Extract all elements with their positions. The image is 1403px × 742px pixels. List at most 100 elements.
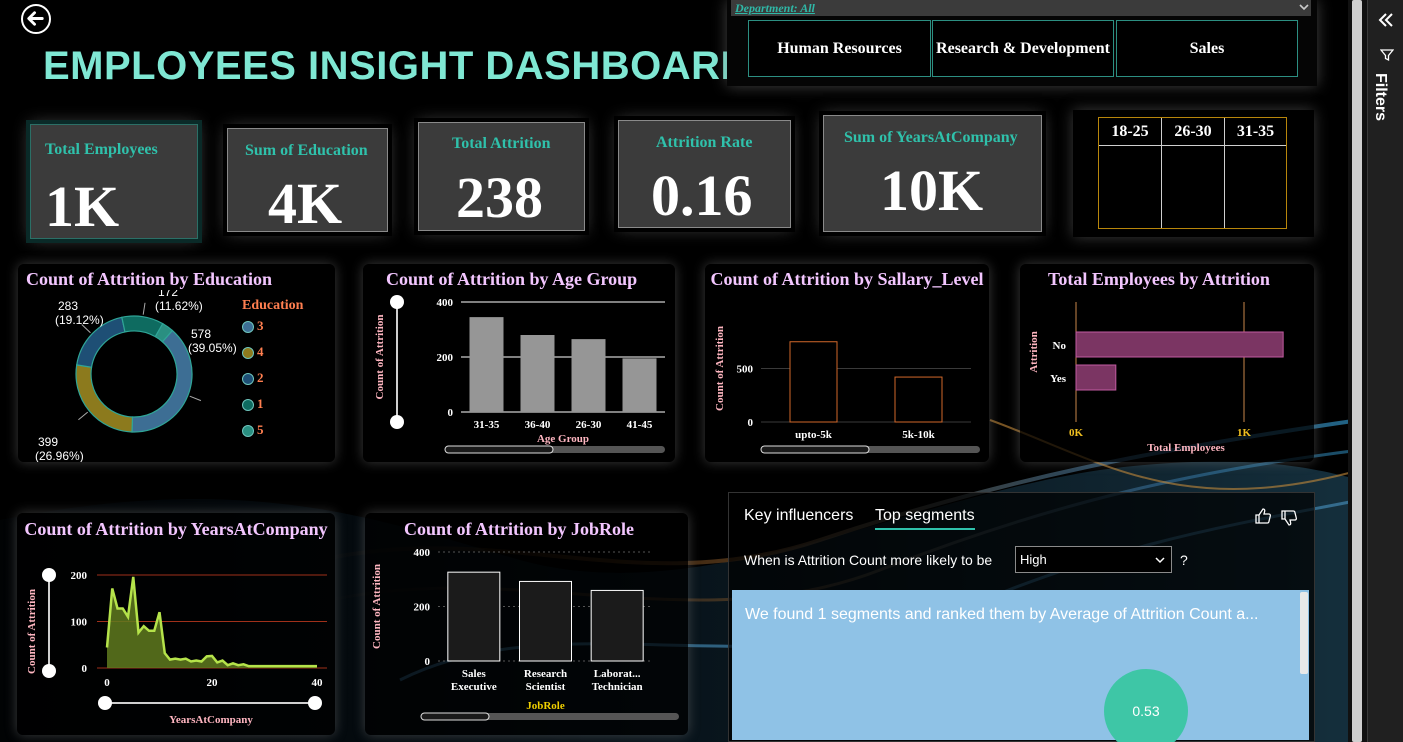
x-tick-label: 36-40 [525, 419, 551, 431]
age-group-table: 18-25 26-30 31-35 [1098, 117, 1287, 229]
slice-value-label: 172 [158, 290, 178, 299]
thumbs-up-icon[interactable] [1253, 506, 1273, 526]
tab-key-influencers[interactable]: Key influencers [744, 507, 853, 525]
x-axis-title: YearsAtCompany [169, 714, 253, 726]
legend-title: Education [242, 298, 304, 313]
page-title: EMPLOYEES INSIGHT DASHBOARD [43, 44, 750, 88]
kpi-label: Total Employees [45, 141, 158, 158]
influencer-question: When is Attrition Count more likely to b… [744, 552, 993, 568]
slice-leader-line [78, 411, 89, 421]
slice-percent-label: (19.12%) [55, 313, 104, 327]
segments-message: We found 1 segments and ranked them by A… [745, 606, 1259, 623]
y-tick-label: 0 [448, 407, 454, 419]
h-scrollbar-thumb [420, 712, 490, 721]
legend-swatch [242, 373, 254, 385]
y-axis-title: Count of Attrition [26, 589, 38, 674]
x-tick-label: Laborat... [594, 668, 641, 680]
range-slider-handle [42, 568, 56, 582]
kpi-value: 4K [268, 171, 343, 236]
bar [622, 358, 657, 412]
age-option-18-25[interactable]: 18-25 [1099, 118, 1162, 146]
department-dropdown[interactable] [731, 0, 1311, 16]
x-tick-label: upto-5k [795, 429, 833, 441]
thumbs-down-icon[interactable] [1279, 508, 1299, 528]
h-scrollbar-thumb [760, 445, 870, 454]
kpi-value: 10K [880, 158, 984, 223]
bar [469, 317, 504, 412]
y-axis-title: Attrition [1028, 331, 1040, 373]
chevron-down-icon[interactable] [1298, 1, 1310, 13]
legend-swatch [242, 399, 254, 411]
legend-swatch [242, 347, 254, 359]
x-axis-title: Total Employees [1147, 442, 1225, 454]
chart-title: Count of Attrition by Education [26, 269, 273, 289]
department-dropdown-label: Department: All [735, 1, 815, 15]
bar [590, 589, 644, 662]
h-scrollbar-thumb [444, 445, 554, 454]
y-tick-label: 500 [737, 364, 754, 376]
salary-level-bar-chart: 0 500 upto-5k 5k-10k Count of Attrition [714, 326, 980, 454]
age-option-31-35[interactable]: 31-35 [1225, 118, 1286, 146]
x-tick-label: 0K [1069, 427, 1084, 439]
help-question-mark[interactable]: ? [1180, 552, 1188, 568]
tab-top-segments[interactable]: Top segments [875, 507, 975, 530]
kpi-total-employees: Total Employees 1K [30, 124, 198, 239]
segments-scrollbar[interactable] [1300, 592, 1308, 674]
back-button[interactable] [21, 4, 51, 34]
jobrole-bar-chart: 0 200 400 SalesExecutive ResearchScientist La… [371, 547, 679, 721]
y-tick-label: 200 [71, 570, 88, 582]
y-tick-label: 0 [425, 656, 431, 668]
bar [789, 341, 838, 423]
legend-item-3[interactable]: 3 [257, 318, 264, 334]
legend-item-1[interactable]: 1 [257, 396, 264, 412]
attrition-level-value: High [1020, 552, 1047, 567]
x-tick-label: Research [524, 668, 567, 680]
filters-label: Filters [1372, 73, 1389, 122]
age-option-26-30[interactable]: 26-30 [1162, 118, 1225, 146]
x-tick-label: 41-45 [627, 419, 653, 431]
x-axis-title: Age Group [537, 433, 589, 445]
slice-value-label: 578 [191, 327, 211, 341]
kpi-total-attrition: Total Attrition 238 [418, 122, 585, 231]
kpi-label: Sum of Education [245, 142, 368, 159]
kpi-value: 0.16 [651, 163, 753, 228]
attrition-level-select[interactable]: High [1015, 546, 1172, 573]
dept-option-sales[interactable]: Sales [1116, 20, 1298, 77]
legend-item-2[interactable]: 2 [257, 370, 264, 386]
bar [447, 571, 501, 662]
chart-title: Count of Attrition by JobRole [404, 519, 635, 539]
years-at-company-area-chart: 0 100 200 0 20 40 Count of Attrition YearsAtCom… [26, 568, 327, 726]
donut-slice-4 [75, 364, 134, 433]
collapse-chevrons-icon[interactable] [1377, 12, 1395, 28]
legend-swatch [242, 425, 254, 437]
slice-value-label: 283 [58, 299, 78, 313]
x-tick-label: 26-30 [576, 419, 602, 431]
chart-title: Count of Attrition by YearsAtCompany [24, 519, 328, 539]
slice-leader-line [142, 302, 146, 315]
y-tick-label: 200 [437, 352, 454, 364]
slice-percent-label: (26.96%) [35, 449, 84, 462]
bar [519, 580, 572, 662]
y-tick-label: Yes [1050, 373, 1067, 385]
slice-value-label: 399 [38, 435, 58, 449]
range-slider-handle [308, 696, 322, 710]
slice-percent-label: (39.05%) [188, 341, 237, 355]
y-tick-label: 0 [82, 663, 88, 675]
kpi-attrition-rate: Attrition Rate 0.16 [618, 120, 791, 228]
range-slider-handle [42, 664, 56, 678]
x-tick-label: 1K [1237, 427, 1252, 439]
dept-option-human-resources[interactable]: Human Resources [748, 20, 931, 77]
x-tick-label: 31-35 [474, 419, 500, 431]
x-tick-label: 5k-10k [902, 429, 935, 441]
bar [520, 335, 555, 412]
kpi-label: Attrition Rate [656, 134, 753, 151]
legend-item-4[interactable]: 4 [257, 344, 264, 360]
x-tick-label: 0 [104, 677, 110, 689]
page-scrollbar-thumb[interactable] [1352, 0, 1362, 742]
dept-option-research-development[interactable]: Research & Development [932, 20, 1114, 77]
legend-item-5[interactable]: 5 [257, 422, 264, 438]
y-axis-title: Count of Attrition [374, 315, 386, 400]
chart-title: Total Employees by Attrition [1048, 269, 1270, 289]
age-group-bar-chart: 0 200 400 31-35 36-40 26-30 41-45 Count of Attr… [374, 295, 665, 454]
slice-leader-line [189, 395, 202, 402]
